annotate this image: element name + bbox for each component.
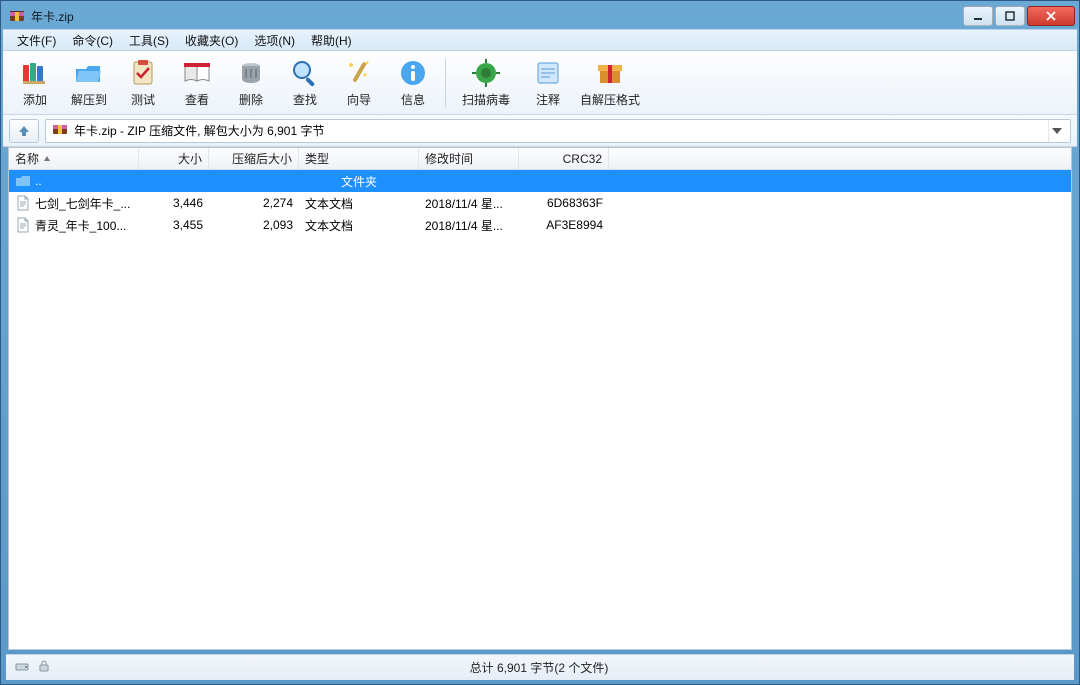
toolbar-delete[interactable]: 删除 (225, 55, 277, 111)
box-icon (594, 57, 626, 89)
toolbar-scan-label: 扫描病毒 (462, 91, 510, 108)
file-rows: .. 文件夹 七剑_七剑年卡_... 3,446 2,274 文本文档 2018… (9, 170, 1071, 649)
file-crc: 6D68363F (519, 196, 609, 210)
toolbar-wizard-label: 向导 (347, 91, 371, 108)
parent-folder-row[interactable]: .. 文件夹 (9, 170, 1071, 192)
winrar-icon (9, 8, 25, 24)
lock-icon (36, 658, 52, 677)
address-dropdown[interactable] (1048, 120, 1064, 142)
toolbar-wizard[interactable]: 向导 (333, 55, 385, 111)
menu-commands[interactable]: 命令(C) (64, 30, 121, 51)
app-window: 年卡.zip 文件(F) 命令(C) 工具(S) 收藏夹(O) 选项(N) 帮助… (0, 0, 1080, 685)
toolbar-extract-to[interactable]: 解压到 (63, 55, 115, 111)
window-controls (961, 6, 1075, 26)
file-size: 3,455 (139, 218, 209, 232)
file-packed: 2,093 (209, 218, 299, 232)
col-crc[interactable]: CRC32 (519, 148, 609, 169)
book-open-icon (181, 57, 213, 89)
toolbar-scan[interactable]: 扫描病毒 (452, 55, 520, 111)
toolbar-extract-label: 解压到 (71, 91, 107, 108)
parent-type: 文件夹 (299, 173, 419, 190)
toolbar-sfx-label: 自解压格式 (580, 91, 640, 108)
titlebar[interactable]: 年卡.zip (3, 3, 1077, 29)
col-packed[interactable]: 压缩后大小 (209, 148, 299, 169)
parent-name: .. (35, 174, 42, 188)
note-icon (532, 57, 564, 89)
toolbar-comment-label: 注释 (536, 91, 560, 108)
toolbar-comment[interactable]: 注释 (522, 55, 574, 111)
file-name: 青灵_年卡_100... (35, 217, 126, 234)
up-one-level-button[interactable] (9, 119, 39, 143)
menubar: 文件(F) 命令(C) 工具(S) 收藏夹(O) 选项(N) 帮助(H) (3, 29, 1077, 51)
file-type: 文本文档 (299, 195, 419, 212)
toolbar-separator (445, 59, 446, 107)
table-row[interactable]: 七剑_七剑年卡_... 3,446 2,274 文本文档 2018/11/4 星… (9, 192, 1071, 214)
col-name[interactable]: 名称 (9, 148, 139, 169)
trash-icon (235, 57, 267, 89)
toolbar-find[interactable]: 查找 (279, 55, 331, 111)
disk-icon (14, 658, 30, 677)
file-size: 3,446 (139, 196, 209, 210)
maximize-button[interactable] (995, 6, 1025, 26)
file-list: 名称 大小 压缩后大小 类型 修改时间 CRC32 .. 文件夹 七剑_七剑年卡… (8, 147, 1072, 650)
toolbar-add[interactable]: 添加 (9, 55, 61, 111)
menu-file[interactable]: 文件(F) (9, 30, 64, 51)
file-type: 文本文档 (299, 217, 419, 234)
menu-tools[interactable]: 工具(S) (121, 30, 177, 51)
toolbar-add-label: 添加 (23, 91, 47, 108)
folder-icon (15, 173, 31, 189)
col-type[interactable]: 类型 (299, 148, 419, 169)
status-text: 总计 6,901 字节(2 个文件) (52, 659, 1026, 676)
clipboard-check-icon (127, 57, 159, 89)
sort-asc-icon (43, 152, 51, 166)
toolbar-test-label: 测试 (131, 91, 155, 108)
virus-scan-icon (470, 57, 502, 89)
toolbar-view[interactable]: 查看 (171, 55, 223, 111)
archive-icon (52, 121, 68, 140)
file-packed: 2,274 (209, 196, 299, 210)
column-headers: 名称 大小 压缩后大小 类型 修改时间 CRC32 (9, 148, 1071, 170)
folder-open-icon (73, 57, 105, 89)
file-mtime: 2018/11/4 星... (419, 217, 519, 234)
menu-help[interactable]: 帮助(H) (303, 30, 360, 51)
file-crc: AF3E8994 (519, 218, 609, 232)
info-icon (397, 57, 429, 89)
toolbar-info-label: 信息 (401, 91, 425, 108)
text-file-icon (15, 195, 31, 211)
books-icon (19, 57, 51, 89)
pathbar: 年卡.zip - ZIP 压缩文件, 解包大小为 6,901 字节 (3, 115, 1077, 147)
file-mtime: 2018/11/4 星... (419, 195, 519, 212)
address-field[interactable]: 年卡.zip - ZIP 压缩文件, 解包大小为 6,901 字节 (45, 119, 1071, 143)
menu-favorites[interactable]: 收藏夹(O) (177, 30, 246, 51)
address-text: 年卡.zip - ZIP 压缩文件, 解包大小为 6,901 字节 (74, 122, 1042, 139)
toolbar-info[interactable]: 信息 (387, 55, 439, 111)
toolbar-test[interactable]: 测试 (117, 55, 169, 111)
wand-icon (343, 57, 375, 89)
table-row[interactable]: 青灵_年卡_100... 3,455 2,093 文本文档 2018/11/4 … (9, 214, 1071, 236)
arrow-up-icon (17, 124, 31, 138)
menu-options[interactable]: 选项(N) (246, 30, 303, 51)
toolbar: 添加 解压到 测试 查看 删除 查找 向导 信息 (3, 51, 1077, 115)
col-size[interactable]: 大小 (139, 148, 209, 169)
col-mtime[interactable]: 修改时间 (419, 148, 519, 169)
toolbar-view-label: 查看 (185, 91, 209, 108)
toolbar-find-label: 查找 (293, 91, 317, 108)
chevron-down-icon (1052, 128, 1062, 134)
text-file-icon (15, 217, 31, 233)
minimize-button[interactable] (963, 6, 993, 26)
file-name: 七剑_七剑年卡_... (35, 195, 130, 212)
statusbar: 总计 6,901 字节(2 个文件) (6, 654, 1074, 680)
toolbar-delete-label: 删除 (239, 91, 263, 108)
window-title: 年卡.zip (31, 8, 961, 25)
close-button[interactable] (1027, 6, 1075, 26)
toolbar-sfx[interactable]: 自解压格式 (576, 55, 644, 111)
search-icon (289, 57, 321, 89)
